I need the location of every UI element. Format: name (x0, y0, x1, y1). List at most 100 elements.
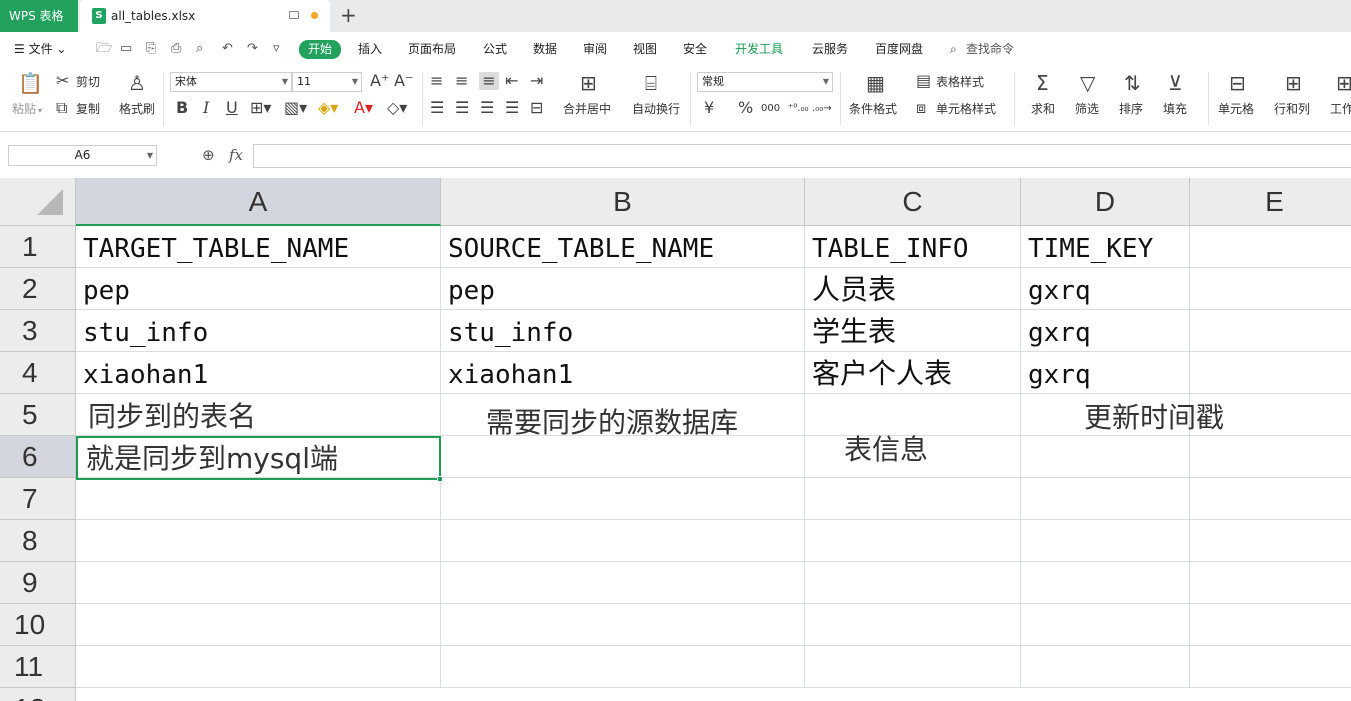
font-size-select[interactable]: 11 ▼ (292, 72, 362, 92)
cell-b10[interactable] (441, 604, 805, 646)
row-header-7[interactable]: 7 (0, 478, 76, 520)
align-top-icon[interactable]: ≡ (430, 72, 443, 90)
tab-insert[interactable]: 插入 (358, 41, 382, 57)
sum-button[interactable]: 求和 (1031, 101, 1055, 117)
print-preview-icon[interactable]: ⌕ (196, 40, 203, 58)
search-commands[interactable]: 查找命令 (966, 41, 1014, 57)
paste-chevron-icon[interactable]: ▾ (38, 103, 42, 119)
row-header-2[interactable]: 2 (0, 268, 76, 310)
cell-name-box[interactable]: A6 ▼ (8, 145, 157, 166)
tab-page-layout[interactable]: 页面布局 (408, 41, 456, 57)
align-left-icon[interactable]: ☰ (430, 99, 444, 117)
cell-d11[interactable] (1021, 646, 1190, 688)
fill-button[interactable]: 填充 (1163, 101, 1187, 117)
tab-security[interactable]: 安全 (683, 41, 707, 57)
cell-b11[interactable] (441, 646, 805, 688)
cell-c2[interactable]: 人员表 (805, 268, 1021, 310)
row-header-3[interactable]: 3 (0, 310, 76, 352)
cell-c9[interactable] (805, 562, 1021, 604)
number-format-select[interactable]: 常规 ▼ (697, 72, 833, 92)
fill-icon[interactable]: ⊻ (1168, 72, 1183, 94)
cell-a1[interactable]: TARGET_TABLE_NAME (76, 226, 441, 268)
row-header-6[interactable]: 6 (0, 436, 76, 478)
cell-c5[interactable] (805, 394, 1021, 436)
redo-icon[interactable]: ↷ (247, 40, 258, 58)
cell-e3[interactable] (1190, 310, 1351, 352)
open-folder-icon[interactable]: 🗁 (96, 40, 112, 58)
column-header-d[interactable]: D (1021, 178, 1190, 226)
font-color-icon[interactable]: A▾ (354, 99, 373, 117)
row-header-8[interactable]: 8 (0, 520, 76, 562)
cut-button[interactable]: 剪切 (76, 74, 100, 90)
column-header-a[interactable]: A (76, 178, 441, 226)
table-style-icon[interactable]: ▤ (916, 72, 931, 90)
cell-d1[interactable]: TIME_KEY (1021, 226, 1190, 268)
cell-b7[interactable] (441, 478, 805, 520)
new-tab-plus-icon[interactable]: + (340, 3, 357, 27)
merge-center-button[interactable]: 合并居中 (563, 101, 611, 117)
align-bottom-icon[interactable]: ≡ (479, 72, 499, 90)
format-painter-button[interactable]: 格式刷 (119, 101, 155, 117)
row-header-9[interactable]: 9 (0, 562, 76, 604)
cell-d6[interactable] (1021, 436, 1190, 478)
border-icon[interactable]: ⊞▾ (250, 99, 271, 117)
worksheet-icon[interactable]: ⊞ (1336, 72, 1351, 94)
cell-d4[interactable]: gxrq (1021, 352, 1190, 394)
row-header-12[interactable]: 12 (0, 688, 76, 701)
underline-button[interactable]: U (226, 99, 238, 117)
cell-c11[interactable] (805, 646, 1021, 688)
decrease-indent-icon[interactable]: ⇤ (505, 72, 518, 90)
row-header-1[interactable]: 1 (0, 226, 76, 268)
tab-view[interactable]: 视图 (633, 41, 657, 57)
cell-e2[interactable] (1190, 268, 1351, 310)
select-all-corner[interactable] (0, 178, 76, 226)
distribute-icon[interactable]: ⊟ (530, 99, 543, 117)
tab-cloud[interactable]: 云服务 (812, 41, 848, 57)
more-chevron-icon[interactable]: ▿ (273, 40, 280, 58)
app-tab[interactable]: WPS 表格 (0, 0, 78, 32)
clear-format-icon[interactable]: ◇▾ (387, 99, 407, 117)
filter-icon[interactable]: ▽ (1080, 72, 1095, 94)
align-middle-icon[interactable]: ≡ (455, 72, 468, 90)
cell-c8[interactable] (805, 520, 1021, 562)
increase-decimal-icon[interactable]: ⁺⁰.₀₀ (788, 101, 808, 117)
rows-cols-button[interactable]: 行和列 (1274, 101, 1310, 117)
cell-b2[interactable]: pep (441, 268, 805, 310)
cell-a9[interactable] (76, 562, 441, 604)
increase-indent-icon[interactable]: ⇥ (530, 72, 543, 90)
undo-icon[interactable]: ↶ (222, 40, 233, 58)
tab-developer[interactable]: 开发工具 (735, 41, 783, 57)
paste-button[interactable]: 粘贴 (12, 101, 36, 117)
cell-b6[interactable] (441, 436, 805, 478)
cell-d10[interactable] (1021, 604, 1190, 646)
increase-font-icon[interactable]: A⁺ (370, 72, 389, 90)
cell-e1[interactable] (1190, 226, 1351, 268)
sort-icon[interactable]: ⇅ (1124, 72, 1141, 94)
cell-e6[interactable] (1190, 436, 1351, 478)
fill-pattern-icon[interactable]: ▧▾ (284, 99, 307, 117)
cell-a3[interactable]: stu_info (76, 310, 441, 352)
tab-review[interactable]: 审阅 (583, 41, 607, 57)
monitor-icon[interactable] (289, 11, 299, 19)
sum-icon[interactable]: Σ (1036, 72, 1049, 94)
tab-data[interactable]: 数据 (533, 41, 557, 57)
cell-d9[interactable] (1021, 562, 1190, 604)
active-cell-selection[interactable] (76, 436, 441, 480)
currency-button[interactable]: ¥ (704, 99, 714, 117)
cell-a11[interactable] (76, 646, 441, 688)
cell-b9[interactable] (441, 562, 805, 604)
worksheet-button[interactable]: 工作 (1330, 101, 1351, 117)
row-header-4[interactable]: 4 (0, 352, 76, 394)
cell-c4[interactable]: 客户个人表 (805, 352, 1021, 394)
table-style-button[interactable]: 表格样式 (936, 74, 984, 90)
cell-b3[interactable]: stu_info (441, 310, 805, 352)
print-icon[interactable]: ⎙ (171, 40, 181, 58)
align-right-icon[interactable]: ☰ (480, 99, 494, 117)
cut-icon[interactable]: ✂ (56, 72, 69, 90)
italic-button[interactable]: I (203, 99, 209, 117)
cell-e11[interactable] (1190, 646, 1351, 688)
tab-baidu-netdisk[interactable]: 百度网盘 (875, 41, 923, 57)
column-header-e[interactable]: E (1190, 178, 1351, 226)
wrap-text-button[interactable]: 自动换行 (632, 101, 680, 117)
bold-button[interactable]: B (176, 99, 188, 117)
